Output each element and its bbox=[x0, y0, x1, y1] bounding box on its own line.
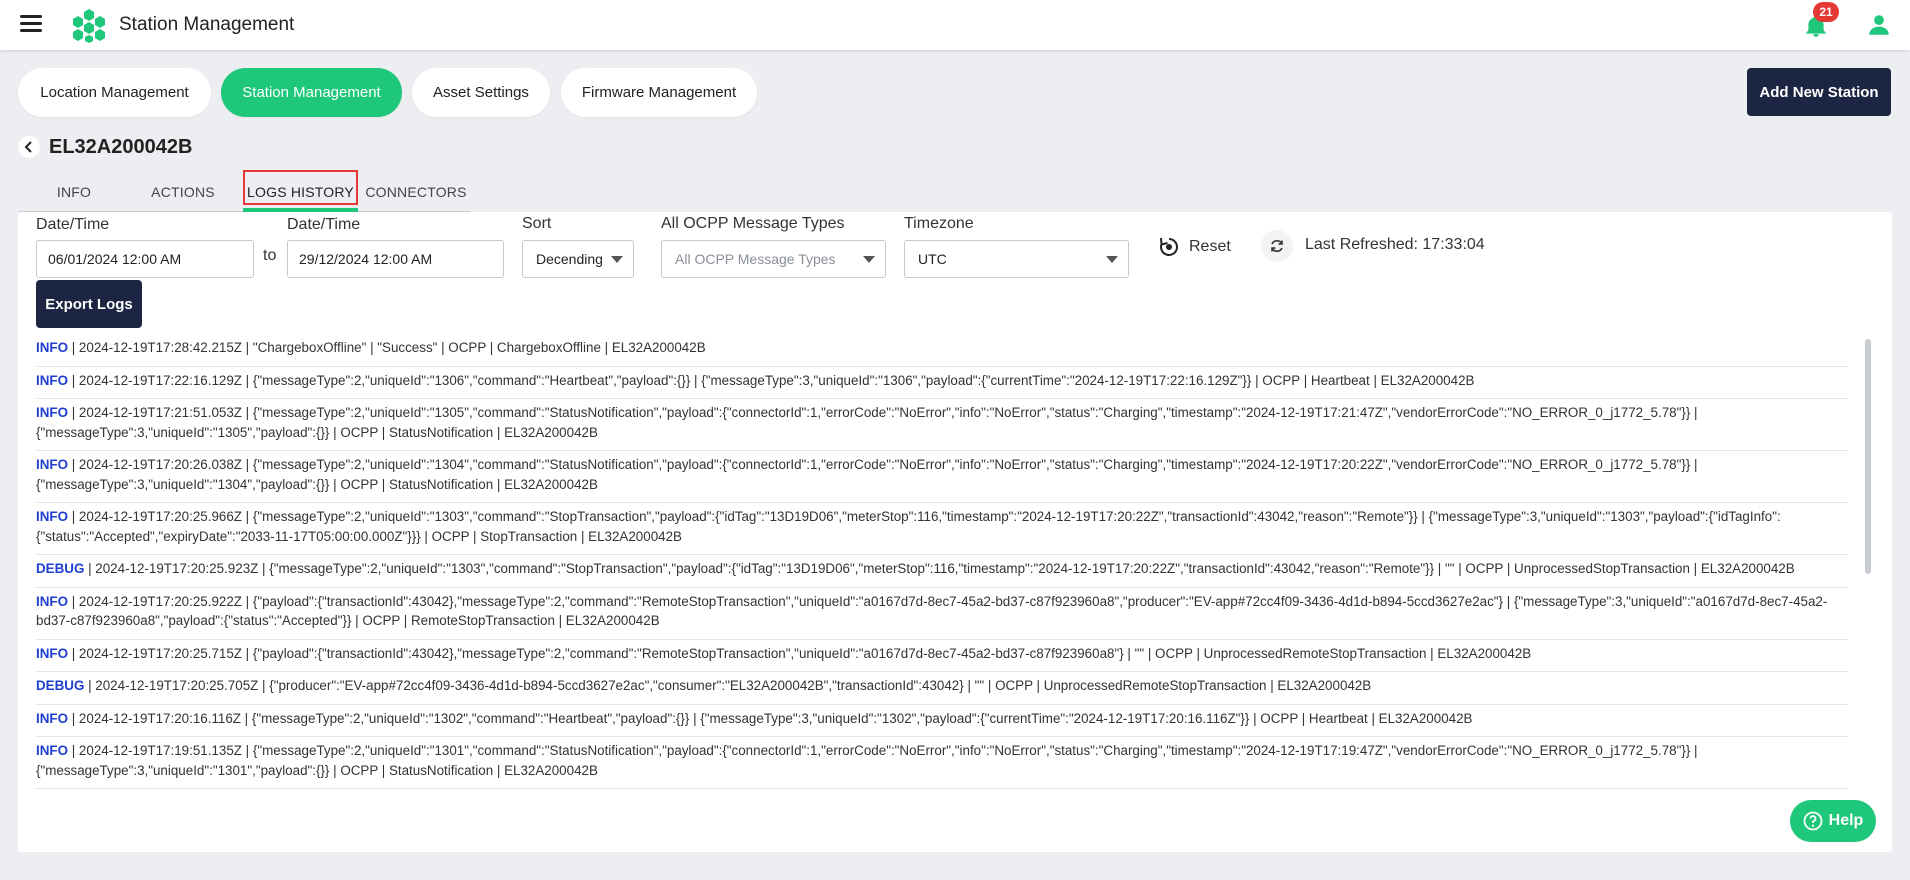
user-profile-icon[interactable] bbox=[1866, 12, 1892, 38]
help-button[interactable]: Help bbox=[1790, 800, 1876, 842]
log-text: | 2024-12-19T17:21:51.053Z | {"messageTy… bbox=[36, 405, 1698, 440]
log-row: INFO | 2024-12-19T17:20:25.966Z | {"mess… bbox=[36, 503, 1848, 555]
export-logs-button[interactable]: Export Logs bbox=[36, 280, 142, 328]
message-types-label: All OCPP Message Types bbox=[661, 215, 845, 232]
chevron-left-icon bbox=[24, 141, 32, 153]
refresh-icon bbox=[1271, 240, 1283, 252]
log-level: INFO bbox=[36, 645, 68, 661]
sort-select[interactable]: Decending bbox=[522, 240, 634, 278]
reset-button[interactable]: Reset bbox=[1157, 234, 1231, 260]
refresh-button[interactable] bbox=[1261, 230, 1293, 262]
log-level: INFO bbox=[36, 457, 68, 472]
sort-label: Sort bbox=[522, 215, 552, 232]
reset-icon bbox=[1160, 237, 1178, 256]
log-level: INFO bbox=[36, 372, 68, 388]
subtab-actions[interactable]: ACTIONS bbox=[140, 174, 226, 210]
notification-count-badge: 21 bbox=[1813, 2, 1839, 22]
log-text: | 2024-12-19T17:19:51.135Z | {"messageTy… bbox=[36, 743, 1698, 778]
tab-location-management[interactable]: Location Management bbox=[18, 68, 211, 117]
log-text: | 2024-12-19T17:20:25.922Z | {"payload":… bbox=[36, 593, 1828, 629]
log-row: INFO | 2024-12-19T17:28:42.215Z | "Charg… bbox=[36, 334, 1848, 367]
log-text: | 2024-12-19T17:20:26.038Z | {"messageTy… bbox=[36, 457, 1698, 492]
last-refreshed-text: Last Refreshed: 17:33:04 bbox=[1305, 236, 1485, 253]
log-level: INFO bbox=[36, 509, 68, 524]
back-button[interactable] bbox=[18, 136, 40, 158]
log-text: | 2024-12-19T17:22:16.129Z | {"messageTy… bbox=[68, 372, 1475, 388]
chevron-down-icon bbox=[1106, 256, 1118, 263]
subtab-connectors[interactable]: CONNECTORS bbox=[365, 174, 466, 210]
log-row: INFO | 2024-12-19T17:19:51.135Z | {"mess… bbox=[36, 737, 1848, 789]
reset-label: Reset bbox=[1189, 238, 1231, 255]
log-row: DEBUG | 2024-12-19T17:20:25.923Z | {"mes… bbox=[36, 555, 1848, 588]
log-text: | 2024-12-19T17:20:25.923Z | {"messageTy… bbox=[84, 561, 1795, 576]
timezone-select[interactable]: UTC bbox=[904, 240, 1129, 278]
logs-scrollbar-thumb[interactable] bbox=[1865, 339, 1871, 574]
help-label: Help bbox=[1828, 812, 1864, 829]
app-title: Station Management bbox=[119, 14, 295, 35]
timezone-label: Timezone bbox=[904, 215, 974, 232]
log-row: DEBUG | 2024-12-19T17:20:25.705Z | {"pro… bbox=[36, 672, 1848, 705]
log-row: INFO | 2024-12-19T17:21:51.053Z | {"mess… bbox=[36, 399, 1848, 451]
from-date-label: Date/Time bbox=[36, 216, 110, 233]
top-bar: Station Management 21 bbox=[0, 0, 1910, 50]
to-label: to bbox=[263, 247, 277, 264]
sort-value: Decending bbox=[536, 251, 603, 267]
tab-asset-settings[interactable]: Asset Settings bbox=[412, 68, 550, 117]
log-text: | 2024-12-19T17:28:42.215Z | "ChargeboxO… bbox=[68, 340, 706, 355]
message-types-select[interactable]: All OCPP Message Types bbox=[661, 240, 886, 278]
from-date-input[interactable]: 06/01/2024 12:00 AM bbox=[36, 240, 254, 278]
logs-list[interactable]: INFO | 2024-12-19T17:28:42.215Z | "Charg… bbox=[36, 334, 1848, 852]
log-text: | 2024-12-19T17:20:25.715Z | {"payload":… bbox=[68, 645, 1532, 661]
log-level: INFO bbox=[36, 710, 68, 726]
log-text: | 2024-12-19T17:20:25.705Z | {"producer"… bbox=[84, 678, 1372, 693]
menu-icon[interactable] bbox=[20, 15, 42, 33]
logs-history-highlight bbox=[243, 170, 358, 205]
to-date-label: Date/Time bbox=[287, 216, 361, 233]
log-text: | 2024-12-19T17:20:16.116Z | {"messageTy… bbox=[68, 710, 1473, 726]
tab-station-management[interactable]: Station Management bbox=[221, 68, 402, 117]
timezone-value: UTC bbox=[918, 251, 947, 267]
log-level: INFO bbox=[36, 593, 68, 609]
log-row: INFO | 2024-12-19T17:20:25.715Z | {"payl… bbox=[36, 640, 1848, 672]
to-date-input[interactable]: 29/12/2024 12:00 AM bbox=[287, 240, 504, 278]
chevron-down-icon bbox=[863, 256, 875, 263]
station-id-title: EL32A200042B bbox=[49, 136, 193, 158]
log-level: DEBUG bbox=[36, 678, 85, 693]
message-types-placeholder: All OCPP Message Types bbox=[675, 251, 836, 267]
log-row: INFO | 2024-12-19T17:20:25.922Z | {"payl… bbox=[36, 588, 1848, 640]
log-row: INFO | 2024-12-19T17:20:16.116Z | {"mess… bbox=[36, 705, 1848, 737]
logo-icon bbox=[73, 9, 105, 43]
subtab-info[interactable]: INFO bbox=[38, 174, 110, 210]
log-level: INFO bbox=[36, 405, 68, 420]
log-level: INFO bbox=[36, 340, 68, 355]
add-new-station-button[interactable]: Add New Station bbox=[1747, 68, 1891, 116]
tab-firmware-management[interactable]: Firmware Management bbox=[561, 68, 757, 117]
help-icon bbox=[1803, 811, 1823, 831]
log-text: | 2024-12-19T17:20:25.966Z | {"messageTy… bbox=[36, 509, 1781, 544]
log-row: INFO | 2024-12-19T17:22:16.129Z | {"mess… bbox=[36, 367, 1848, 399]
log-level: INFO bbox=[36, 743, 68, 758]
log-level: DEBUG bbox=[36, 561, 85, 576]
chevron-down-icon bbox=[611, 256, 623, 263]
log-row: INFO | 2024-12-19T17:20:26.038Z | {"mess… bbox=[36, 451, 1848, 503]
